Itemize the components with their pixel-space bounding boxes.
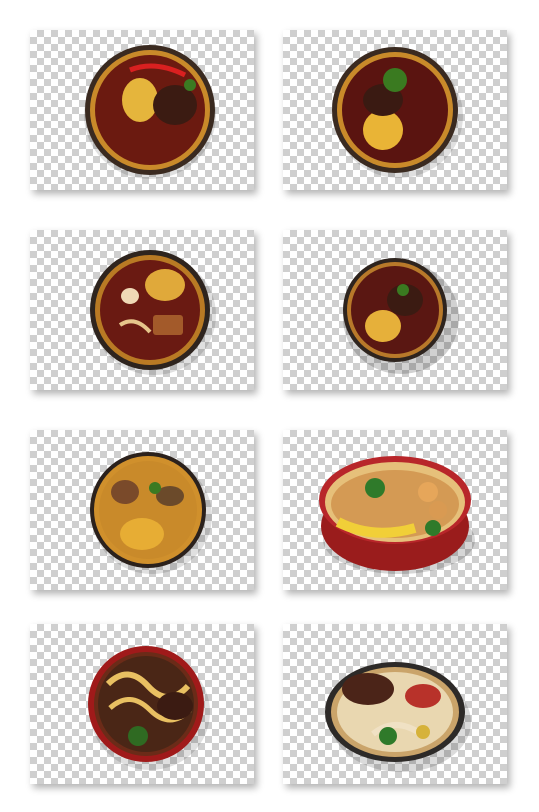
meat-topping xyxy=(157,692,193,720)
gallery-card[interactable] xyxy=(30,230,254,390)
pickle-topping xyxy=(416,725,430,739)
noodle-bowl-image xyxy=(343,258,459,374)
herb-topping xyxy=(149,482,161,494)
chickpea-topping xyxy=(145,269,185,301)
herb-topping xyxy=(184,79,196,91)
noodle-bowl-image xyxy=(319,456,475,574)
herb-topping xyxy=(383,68,407,92)
gallery-card[interactable] xyxy=(283,230,507,390)
herb-topping xyxy=(397,284,409,296)
noodle-bowl-image xyxy=(332,47,463,178)
noodle-bowl-image xyxy=(90,250,216,375)
gallery-card[interactable] xyxy=(283,624,507,784)
gallery-card[interactable] xyxy=(30,624,254,784)
herb-topping xyxy=(425,520,441,536)
herb-topping xyxy=(379,727,397,745)
herb-topping xyxy=(128,726,148,746)
beef-topping xyxy=(342,673,394,705)
chickpea-topping xyxy=(120,518,164,550)
peanut-topping xyxy=(405,684,441,708)
gallery-card[interactable] xyxy=(283,30,507,190)
meat-topping xyxy=(111,480,139,504)
gallery-card[interactable] xyxy=(30,430,254,590)
noodle-bowl-image xyxy=(88,646,210,770)
fishball-topping xyxy=(418,482,438,502)
meat-topping xyxy=(153,85,197,125)
fishball-topping xyxy=(429,501,447,519)
egg-topping xyxy=(121,288,139,304)
image-gallery xyxy=(0,0,539,812)
noodle-bowl-image xyxy=(84,45,216,179)
noodle-bowl-image xyxy=(90,452,212,574)
herb-topping xyxy=(365,478,385,498)
chickpea-topping xyxy=(122,78,158,122)
noodle-bowl-image xyxy=(325,662,471,772)
tofu-topping xyxy=(153,315,183,335)
gallery-card[interactable] xyxy=(283,430,507,590)
chickpea-topping xyxy=(365,310,401,342)
gallery-card[interactable] xyxy=(30,30,254,190)
